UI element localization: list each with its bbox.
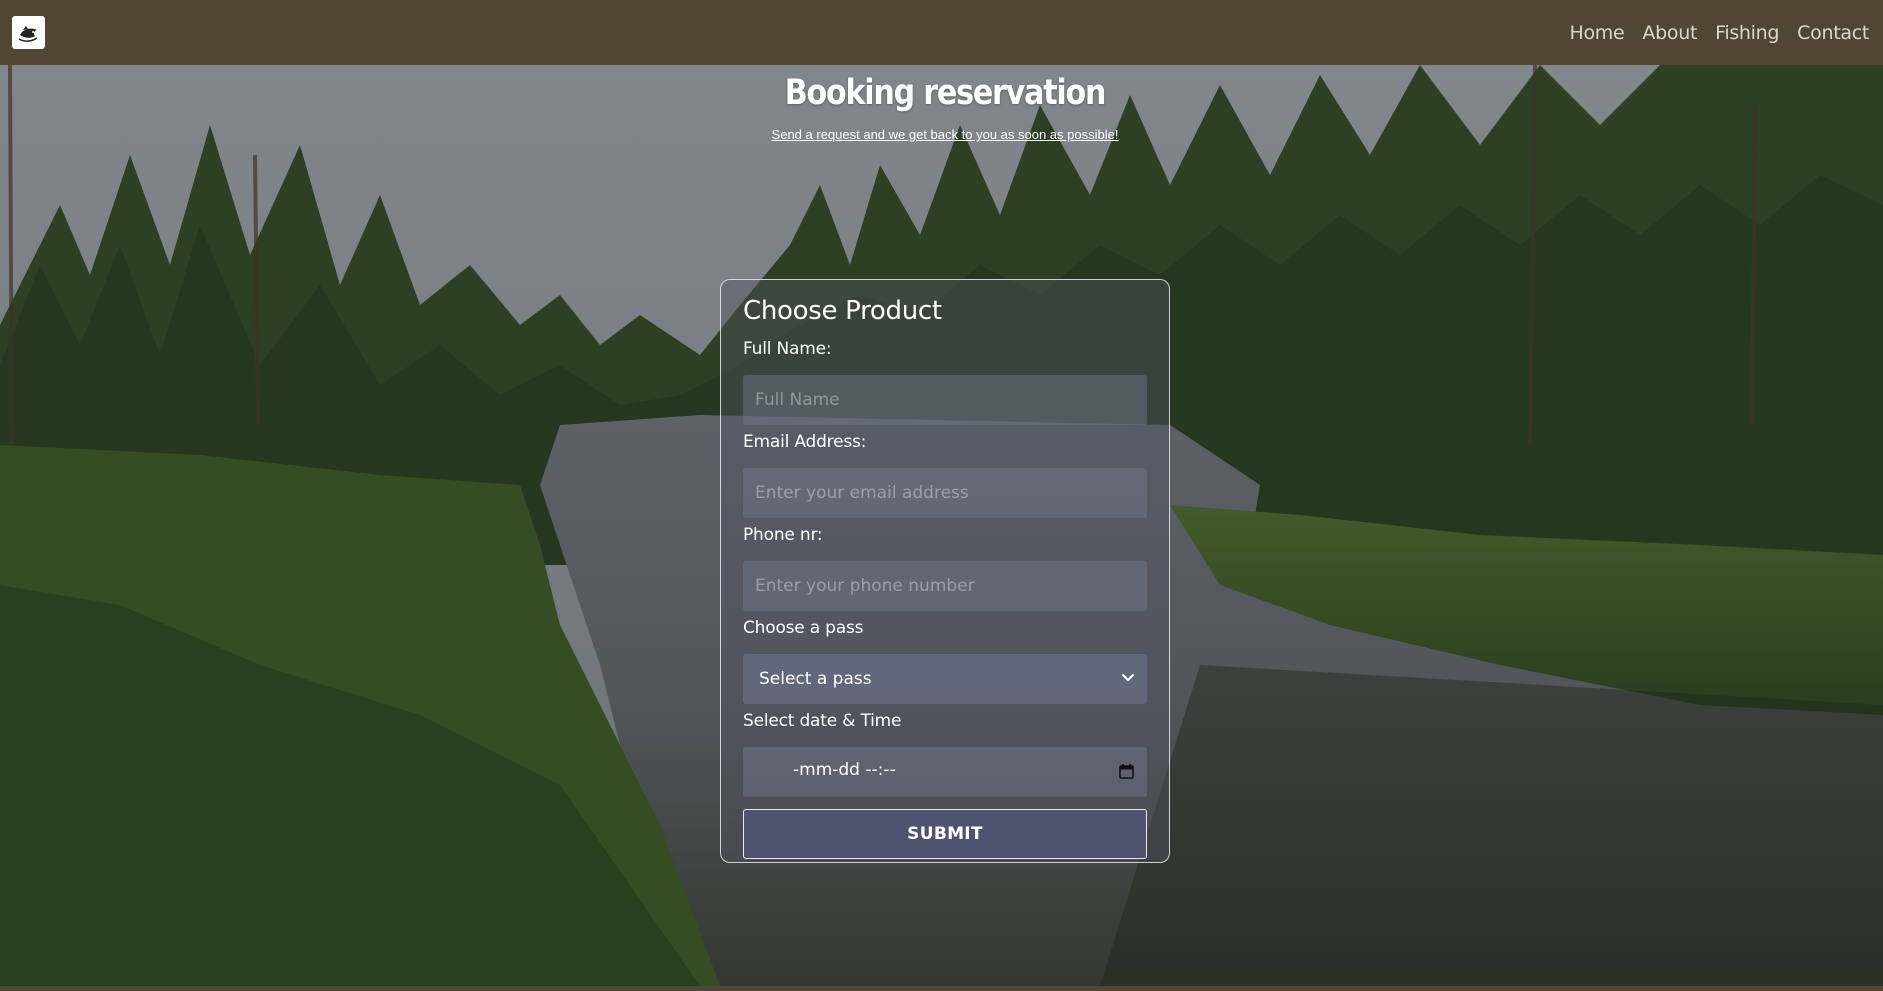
nav-link-about[interactable]: About xyxy=(1642,22,1697,44)
nav-link-fishing[interactable]: Fishing xyxy=(1715,22,1779,44)
fish-logo-icon xyxy=(18,25,37,42)
nav-link-contact[interactable]: Contact xyxy=(1797,22,1869,44)
form-title: Choose Product xyxy=(743,296,942,326)
nav-link-home[interactable]: Home xyxy=(1570,22,1625,44)
phone-input[interactable] xyxy=(743,561,1147,611)
page-subtitle-link[interactable]: Send a request and we get back to you as… xyxy=(0,127,1883,142)
email-input[interactable] xyxy=(743,468,1147,518)
pass-select-wrapper: Select a pass xyxy=(743,654,1147,704)
pass-label: Choose a pass xyxy=(743,618,864,638)
phone-label: Phone nr: xyxy=(743,525,823,545)
full-name-input[interactable] xyxy=(743,375,1147,425)
email-label: Email Address: xyxy=(743,432,867,452)
footer-strip xyxy=(0,986,1883,991)
booking-form: Choose Product Full Name: Email Address:… xyxy=(720,279,1170,863)
site-logo[interactable] xyxy=(12,16,45,49)
calendar-icon[interactable] xyxy=(1118,763,1135,780)
full-name-label: Full Name: xyxy=(743,339,832,359)
top-navbar: Home About Fishing Contact xyxy=(0,0,1883,65)
submit-button[interactable]: SUBMIT xyxy=(743,809,1147,859)
datetime-value: -mm-dd --:-- xyxy=(793,760,896,780)
datetime-label: Select date & Time xyxy=(743,711,902,731)
datetime-input[interactable]: -mm-dd --:-- xyxy=(743,747,1147,797)
pass-select[interactable]: Select a pass xyxy=(743,654,1147,704)
nav-links: Home About Fishing Contact xyxy=(1570,22,1872,44)
page-title: Booking reservation xyxy=(784,73,1107,113)
